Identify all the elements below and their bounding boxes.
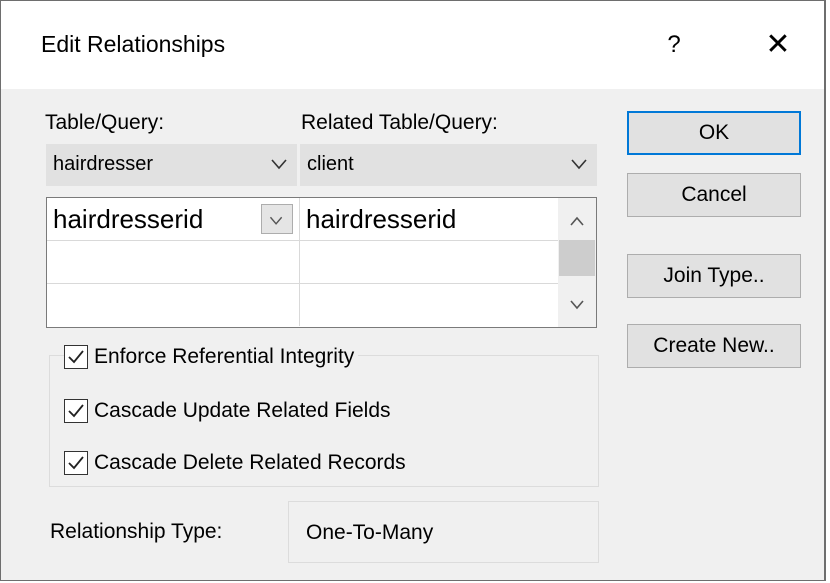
- right-field-cell[interactable]: hairdresserid: [300, 198, 558, 240]
- dialog-title: Edit Relationships: [41, 31, 226, 57]
- relationship-type-display: One-To-Many: [288, 501, 599, 563]
- right-field-value: hairdresserid: [306, 204, 457, 234]
- vertical-scrollbar[interactable]: [558, 198, 596, 327]
- chevron-down-icon: [269, 216, 283, 225]
- enforce-integrity-label: Enforce Referential Integrity: [94, 345, 355, 368]
- left-field-cell[interactable]: [47, 284, 300, 326]
- field-dropdown-button[interactable]: [261, 204, 293, 234]
- scrollbar-thumb[interactable]: [559, 240, 595, 276]
- left-field-cell[interactable]: [47, 241, 300, 283]
- relationship-type-label: Relationship Type:: [50, 520, 223, 543]
- checkbox-box[interactable]: [64, 451, 88, 475]
- enforce-integrity-checkbox[interactable]: Enforce Referential Integrity: [64, 345, 359, 369]
- title-bar: Edit Relationships ? ✕: [1, 1, 824, 89]
- create-new-button[interactable]: Create New..: [627, 324, 801, 368]
- left-field-value: hairdresserid: [53, 204, 204, 234]
- relationship-type-value: One-To-Many: [306, 521, 434, 544]
- chevron-down-icon: [271, 159, 287, 170]
- related-table-query-select[interactable]: client: [300, 144, 597, 186]
- cascade-update-label: Cascade Update Related Fields: [94, 399, 391, 422]
- join-type-button[interactable]: Join Type..: [627, 254, 801, 298]
- checkmark-icon: [68, 350, 84, 364]
- cascade-delete-checkbox[interactable]: Cascade Delete Related Records: [64, 451, 410, 475]
- checkmark-icon: [68, 404, 84, 418]
- table-row: [47, 284, 558, 327]
- close-button[interactable]: ✕: [755, 23, 801, 67]
- checkmark-icon: [68, 456, 84, 470]
- right-field-cell[interactable]: [300, 284, 558, 326]
- edit-relationships-dialog: Edit Relationships ? ✕ Table/Query: Rela…: [0, 0, 826, 581]
- cascade-delete-label: Cascade Delete Related Records: [94, 451, 406, 474]
- cancel-button[interactable]: Cancel: [627, 173, 801, 217]
- chevron-down-icon[interactable]: [568, 298, 586, 312]
- chevron-up-icon[interactable]: [568, 214, 586, 228]
- right-field-cell[interactable]: [300, 241, 558, 283]
- related-table-query-label: Related Table/Query:: [301, 111, 498, 134]
- table-row: hairdresserid hairdresserid: [47, 198, 558, 241]
- chevron-down-icon: [571, 159, 587, 170]
- fields-grid: hairdresserid hairdresserid: [46, 197, 597, 328]
- table-query-select[interactable]: hairdresser: [46, 144, 297, 186]
- checkbox-box[interactable]: [64, 399, 88, 423]
- related-table-query-value: client: [307, 153, 354, 175]
- table-query-value: hairdresser: [53, 153, 154, 175]
- checkbox-box[interactable]: [64, 345, 88, 369]
- help-button[interactable]: ?: [651, 23, 697, 67]
- help-icon: ?: [667, 31, 681, 58]
- table-row: [47, 241, 558, 284]
- table-query-label: Table/Query:: [45, 111, 165, 134]
- ok-button[interactable]: OK: [627, 111, 801, 155]
- cascade-update-checkbox[interactable]: Cascade Update Related Fields: [64, 399, 395, 423]
- close-icon: ✕: [765, 28, 791, 61]
- left-field-cell[interactable]: hairdresserid: [47, 198, 300, 240]
